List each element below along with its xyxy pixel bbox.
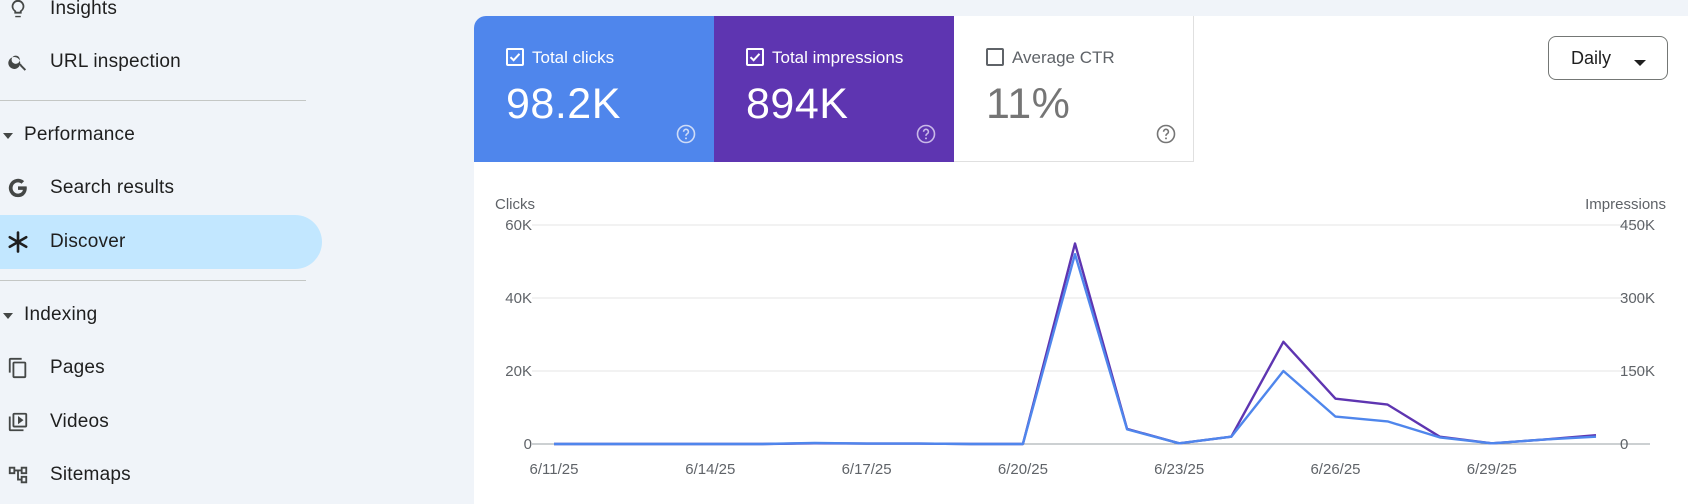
caret-down-icon	[2, 129, 14, 141]
section-label: Performance	[24, 124, 135, 145]
google-g-icon	[6, 176, 30, 200]
sidebar-item-label: Videos	[50, 411, 109, 432]
x-tick-label: 6/29/25	[1467, 461, 1517, 478]
video-icon	[6, 410, 30, 434]
sidebar-nav: Insights URL inspection Performance Sear…	[0, 0, 330, 504]
series-line-impressions	[554, 242, 1597, 446]
series-line-clicks	[554, 252, 1597, 446]
pages-icon	[6, 356, 30, 380]
sidebar-item-label: Discover	[50, 231, 126, 252]
x-tick-label: 6/20/25	[998, 461, 1048, 478]
sitemap-icon	[6, 463, 30, 487]
y-right-tick-label: 450K	[1620, 217, 1655, 234]
y-left-axis-title: Clicks	[495, 196, 535, 213]
search-icon	[6, 50, 30, 74]
sidebar-item-insights[interactable]: Insights	[0, 0, 322, 36]
x-tick-label: 6/17/25	[842, 461, 892, 478]
y-left-tick-label: 20K	[505, 363, 532, 380]
y-right-tick-label: 300K	[1620, 290, 1655, 307]
x-tick-label: 6/23/25	[1154, 461, 1204, 478]
x-tick-label: 6/26/25	[1310, 461, 1360, 478]
lightbulb-icon	[6, 0, 30, 21]
section-indexing[interactable]: Indexing	[0, 295, 306, 335]
sidebar-item-discover[interactable]: Discover	[0, 215, 322, 269]
performance-chart: Clicks Impressions 0 20K 40K 60K 0 150K 300K 4…	[495, 196, 1666, 478]
y-right-tick-label: 0	[1620, 436, 1628, 453]
y-left-tick-label: 0	[524, 436, 532, 453]
y-left-tick-label: 60K	[505, 217, 532, 234]
y-right-axis-title: Impressions	[1585, 196, 1666, 213]
sidebar-item-label: Search results	[50, 177, 175, 198]
sidebar-item-label: Insights	[50, 0, 118, 19]
asterisk-icon	[6, 230, 30, 254]
sidebar-item-pages[interactable]: Pages	[0, 341, 322, 395]
y-left-tick-label: 40K	[505, 290, 532, 307]
sidebar-item-label: Pages	[50, 357, 105, 378]
y-right-tick-label: 150K	[1620, 363, 1655, 380]
section-label: Indexing	[24, 304, 98, 325]
divider	[0, 100, 306, 101]
sidebar-item-label: URL inspection	[50, 51, 181, 72]
sidebar-item-label: Sitemaps	[50, 464, 131, 485]
performance-card: Total clicks 98.2K Total impressions 894…	[474, 16, 1688, 504]
x-tick-label: 6/14/25	[685, 461, 735, 478]
divider	[0, 280, 306, 281]
sidebar-item-search-results[interactable]: Search results	[0, 161, 322, 215]
caret-down-icon	[2, 309, 14, 321]
sidebar-item-url-inspection[interactable]: URL inspection	[0, 35, 322, 89]
x-tick-label: 6/11/25	[530, 461, 579, 478]
sidebar-item-videos[interactable]: Videos	[0, 395, 322, 449]
sidebar-item-sitemaps[interactable]: Sitemaps	[0, 448, 322, 502]
section-performance[interactable]: Performance	[0, 115, 306, 155]
